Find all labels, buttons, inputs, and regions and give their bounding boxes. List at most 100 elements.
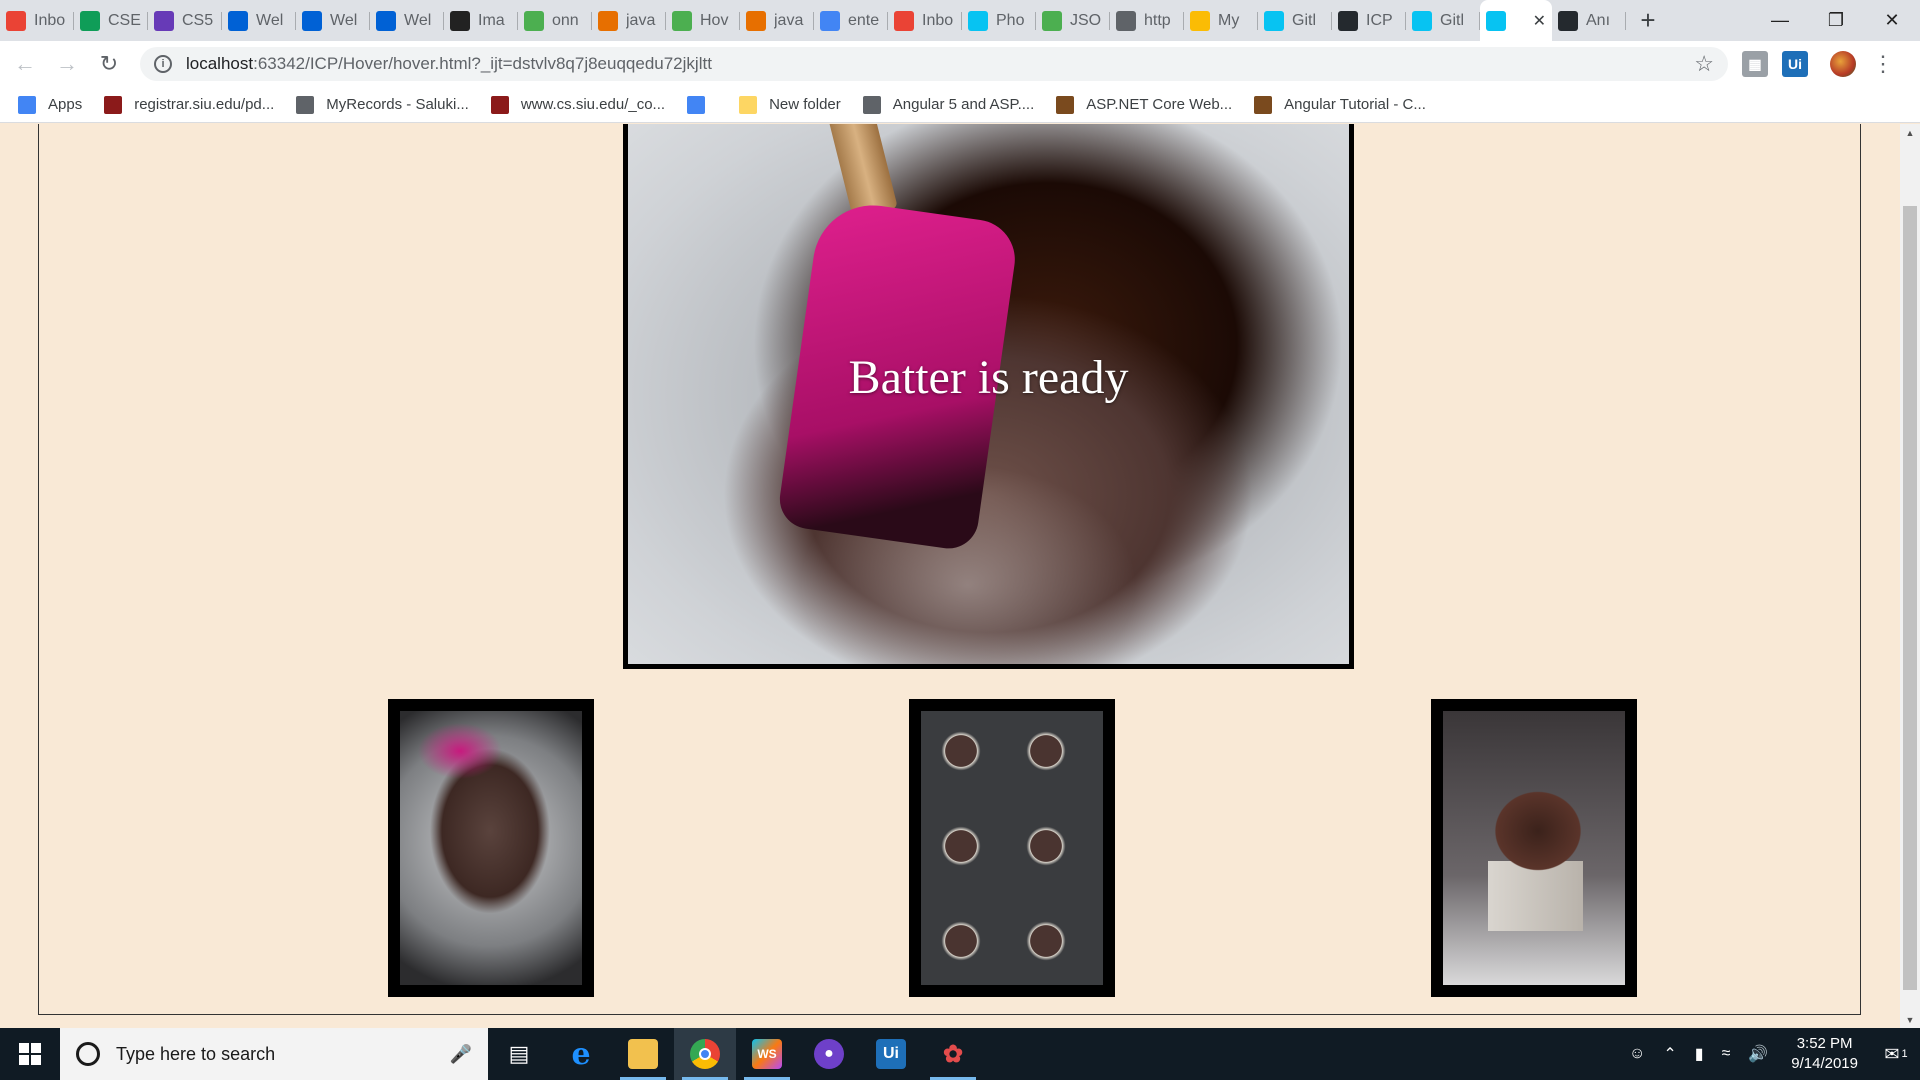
tab-title: Hov [700, 11, 729, 29]
drive-icon [1190, 10, 1210, 31]
close-window-button[interactable]: ✕ [1864, 0, 1920, 41]
tab-active[interactable]: ✕ [1480, 0, 1552, 41]
tab-strip: Inbo CSE CS5 Wel Wel Wel Ima onn java Hov java ente… [0, 0, 1920, 41]
taskbar-file-explorer[interactable] [612, 1028, 674, 1080]
taskbar-webstorm[interactable]: WS [736, 1028, 798, 1080]
start-button[interactable] [0, 1028, 60, 1080]
taskbar-search[interactable]: Type here to search 🎤 [60, 1028, 488, 1080]
task-view-button[interactable]: ▤ [488, 1028, 550, 1080]
taskbar-github[interactable]: ● [798, 1028, 860, 1080]
people-icon[interactable]: ☺ [1629, 1045, 1645, 1063]
java-icon [746, 10, 766, 31]
tab[interactable]: onn [518, 0, 592, 41]
tab[interactable]: CSE [74, 0, 148, 41]
w3schools-icon [524, 10, 544, 31]
window-controls: — ❐ ✕ [1752, 0, 1920, 41]
url-host: localhost [186, 54, 254, 73]
tab[interactable]: Wel [222, 0, 296, 41]
bookmark-item[interactable]: Angular Tutorial - C... [1254, 95, 1426, 114]
tab[interactable]: java [592, 0, 666, 41]
bookmark-item[interactable]: New folder [739, 95, 841, 114]
tab[interactable]: My [1184, 0, 1258, 41]
tab[interactable]: java [740, 0, 814, 41]
gmail-icon [6, 10, 26, 31]
bookmark-item[interactable]: www.cs.siu.edu/_co... [490, 95, 665, 114]
volume-icon[interactable]: 🔊 [1748, 1044, 1768, 1064]
tab-title: http [1144, 11, 1171, 29]
tab-close-icon[interactable]: ✕ [1533, 11, 1546, 31]
tab-title: Wel [256, 11, 284, 29]
batter-image [400, 711, 582, 985]
tab[interactable]: JSO [1036, 0, 1110, 41]
taskbar-paint[interactable]: ✿ [922, 1028, 984, 1080]
hero-caption: Batter is ready [848, 351, 1129, 404]
webstorm-icon [1412, 10, 1432, 31]
maximize-button[interactable]: ❐ [1808, 0, 1864, 41]
forward-button[interactable]: → [50, 47, 84, 81]
edge-icon: e [571, 1036, 591, 1072]
new-tab-button[interactable]: + [1626, 0, 1670, 41]
tab-list: Inbo CSE CS5 Wel Wel Wel Ima onn java Hov java ente… [0, 0, 1626, 41]
tab[interactable]: Inbo [0, 0, 74, 41]
bookmark-label: Angular Tutorial - C... [1284, 96, 1426, 113]
thumbnail-cupcake[interactable] [1431, 699, 1637, 997]
tab[interactable]: Inbo [888, 0, 962, 41]
tab[interactable]: Pho [962, 0, 1036, 41]
bookmark-item[interactable]: MyRecords - Saluki... [296, 95, 469, 114]
bookmark-item[interactable]: ASP.NET Core Web... [1056, 95, 1232, 114]
back-button[interactable]: ← [8, 47, 42, 81]
info-icon[interactable]: i [154, 55, 172, 73]
tab[interactable]: Ima [444, 0, 518, 41]
scroll-thumb[interactable] [1903, 206, 1917, 990]
clock[interactable]: 3:52 PM 9/14/2019 [1791, 1034, 1858, 1074]
bookmark-star-icon[interactable]: ☆ [1694, 51, 1714, 77]
tab-title: java [774, 11, 804, 29]
wifi-icon[interactable]: ≈ [1722, 1045, 1731, 1063]
folder-icon [739, 95, 758, 114]
taskbar-edge[interactable]: e [550, 1028, 612, 1080]
minimize-button[interactable]: — [1752, 0, 1808, 41]
tab-title: Ima [478, 11, 505, 29]
menu-kebab-icon[interactable]: ⋮ [1872, 51, 1894, 77]
thumbnail-cupcake-tin[interactable] [909, 699, 1115, 997]
cupcake-tin-image [921, 711, 1103, 985]
github-icon [1338, 10, 1358, 31]
taskbar-uipath[interactable]: Ui [860, 1028, 922, 1080]
bookmark-item[interactable]: Apps [18, 95, 82, 114]
extension-icon[interactable]: ▦ [1742, 51, 1768, 77]
reload-button[interactable]: ↻ [92, 47, 126, 81]
w3schools-icon [1042, 10, 1062, 31]
thumbnail-batter[interactable] [388, 699, 594, 997]
w3schools-icon [672, 10, 692, 31]
gallery-frame: Batter is ready [38, 124, 1861, 1015]
bookmark-item[interactable] [687, 95, 717, 114]
tab[interactable]: Wel [370, 0, 444, 41]
tab[interactable]: http [1110, 0, 1184, 41]
tab[interactable]: ICP [1332, 0, 1406, 41]
paint-icon: ✿ [942, 1040, 964, 1068]
vertical-scrollbar[interactable]: ▲ ▼ [1900, 124, 1920, 1028]
action-center-button[interactable]: ✉ 1 [1872, 1028, 1920, 1080]
google-icon [820, 10, 840, 31]
uipath-extension-icon[interactable]: Ui [1782, 51, 1808, 77]
bookmark-item[interactable]: Angular 5 and ASP.... [862, 95, 1034, 114]
show-hidden-icons-chevron-icon[interactable]: ⌃ [1663, 1044, 1676, 1064]
tab[interactable]: Wel [296, 0, 370, 41]
address-bar[interactable]: i localhost:63342/ICP/Hover/hover.html?_… [140, 47, 1728, 81]
tab[interactable]: Hov [666, 0, 740, 41]
tab-title: JSO [1070, 11, 1102, 29]
tab[interactable]: Gitl [1406, 0, 1480, 41]
tab[interactable]: ente [814, 0, 888, 41]
tab-title: ICP [1366, 11, 1393, 29]
tab[interactable]: Gitl [1258, 0, 1332, 41]
tab[interactable]: Anı [1552, 0, 1626, 41]
bookmark-item[interactable]: registrar.siu.edu/pd... [104, 95, 274, 114]
scroll-up-arrow-icon[interactable]: ▲ [1900, 124, 1920, 141]
battery-icon[interactable]: ▮ [1695, 1044, 1704, 1064]
taskbar-chrome[interactable] [674, 1028, 736, 1080]
microphone-icon[interactable]: 🎤 [450, 1044, 472, 1065]
windows-logo-icon [19, 1043, 41, 1065]
tab[interactable]: CS5 [148, 0, 222, 41]
scroll-down-arrow-icon[interactable]: ▼ [1900, 1011, 1920, 1028]
profile-avatar[interactable] [1830, 51, 1856, 77]
